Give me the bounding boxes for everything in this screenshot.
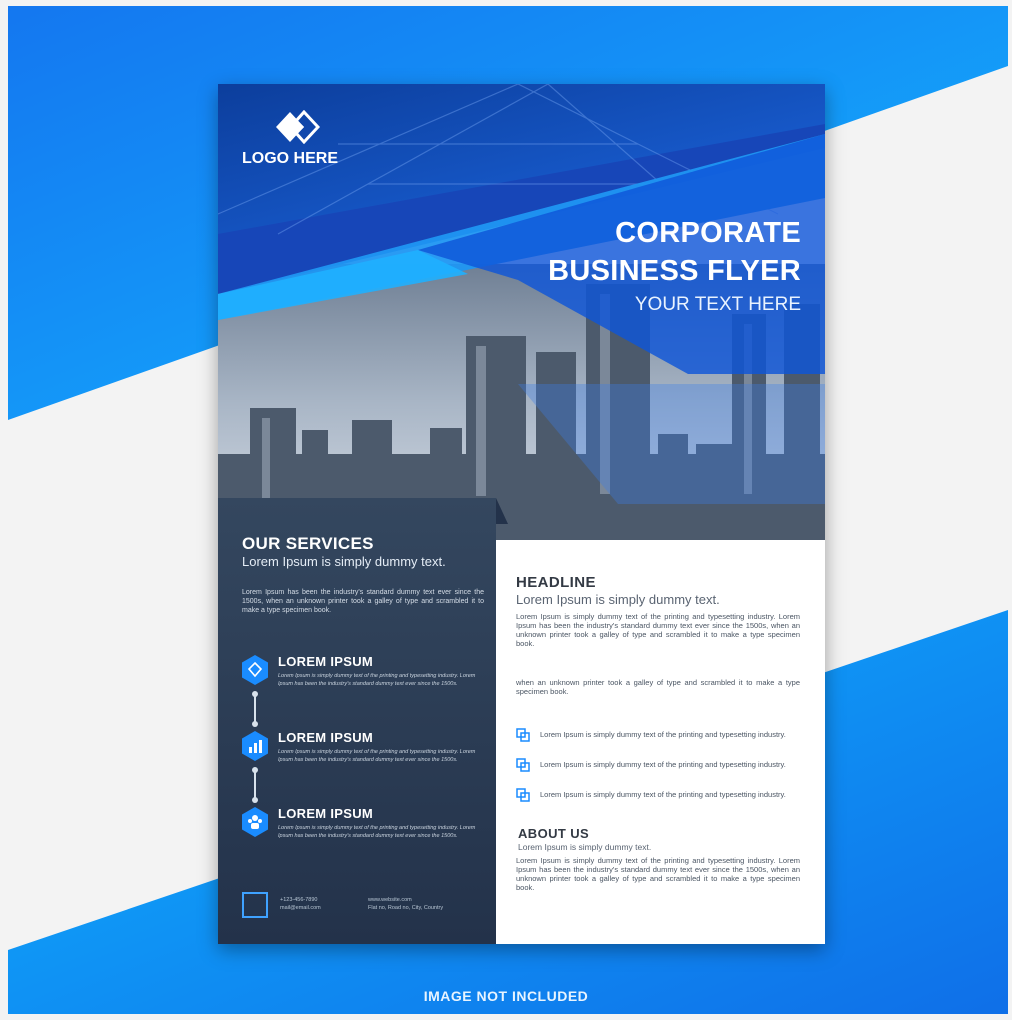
- title-line-2: BUSINESS FLYER: [548, 255, 801, 287]
- connector-line: [252, 691, 258, 727]
- headline-subtitle: Lorem Ipsum is simply dummy text.: [516, 592, 720, 607]
- contact-website: www.website.com: [368, 897, 412, 903]
- bullet-text: Lorem Ipsum is simply dummy text of the …: [540, 760, 786, 769]
- image-not-included-note: IMAGE NOT INCLUDED: [423, 988, 589, 1004]
- tagline: YOUR TEXT HERE: [634, 294, 801, 315]
- services-paragraph: Lorem Ipsum has been the industry's stan…: [242, 589, 484, 614]
- content-panel: HEADLINE Lorem Ipsum is simply dummy tex…: [496, 540, 825, 944]
- copy-icon: [516, 728, 530, 742]
- contact-web-address: www.website.com Flat no, Road no, City, …: [368, 896, 443, 912]
- copy-icon: [516, 788, 530, 802]
- about-subtitle: Lorem Ipsum is simply dummy text.: [518, 842, 652, 852]
- contact-email: mail@email.com: [280, 905, 321, 911]
- services-title: OUR SERVICES: [242, 534, 374, 553]
- about-paragraph: Lorem Ipsum is simply dummy text of the …: [516, 856, 800, 892]
- chart-icon: [242, 731, 268, 761]
- diamond-icon: [242, 655, 268, 685]
- copy-icon: [516, 758, 530, 772]
- service-item-text: Lorem Ipsum is simply dummy text of the …: [278, 673, 476, 687]
- logo-text: LOGO HERE: [242, 150, 339, 167]
- title-line-1: CORPORATE: [615, 217, 801, 249]
- service-item-title: LOREM IPSUM: [278, 806, 374, 821]
- service-item-text: Lorem Ipsum is simply dummy text of the …: [278, 749, 476, 763]
- service-item: LOREM IPSUM Lorem Ipsum is simply dummy …: [240, 654, 490, 714]
- qr-code-icon: [242, 892, 268, 918]
- connector-line: [252, 767, 258, 803]
- bullet-text: Lorem Ipsum is simply dummy text of the …: [540, 790, 786, 799]
- bullet-item: Lorem Ipsum is simply dummy text of the …: [516, 728, 806, 756]
- bullet-item: Lorem Ipsum is simply dummy text of the …: [516, 758, 806, 786]
- bullet-text: Lorem Ipsum is simply dummy text of the …: [540, 730, 786, 739]
- contact-address: Flat no, Road no, City, Country: [368, 905, 444, 911]
- bullet-item: Lorem Ipsum is simply dummy text of the …: [516, 788, 806, 816]
- headline-paragraph-1: Lorem Ipsum is simply dummy text of the …: [516, 612, 800, 648]
- service-item: LOREM IPSUM Lorem Ipsum is simply dummy …: [240, 730, 490, 790]
- service-item-text: Lorem Ipsum is simply dummy text of the …: [278, 825, 476, 839]
- logo-icon: [276, 110, 320, 144]
- flyer-title: CORPORATE BUSINESS FLYER YOUR TEXT HERE: [548, 214, 801, 316]
- flyer: LOGO HERE CORPORATE BUSINESS FLYER YOUR …: [218, 84, 825, 944]
- headline-paragraph-2: when an unknown printer took a galley of…: [516, 678, 800, 696]
- contact-phone-email: +123-456-7890 mail@email.com: [280, 896, 321, 912]
- headline-title: HEADLINE: [516, 574, 596, 591]
- service-item-title: LOREM IPSUM: [278, 730, 374, 745]
- team-icon: [242, 807, 268, 837]
- contact-phone: +123-456-7890: [280, 897, 318, 903]
- services-panel: OUR SERVICES Lorem Ipsum is simply dummy…: [218, 498, 496, 944]
- service-item-title: LOREM IPSUM: [278, 654, 374, 669]
- about-title: ABOUT US: [518, 826, 590, 841]
- service-item: LOREM IPSUM Lorem Ipsum is simply dummy …: [240, 806, 490, 866]
- services-subtitle: Lorem Ipsum is simply dummy text.: [242, 554, 446, 569]
